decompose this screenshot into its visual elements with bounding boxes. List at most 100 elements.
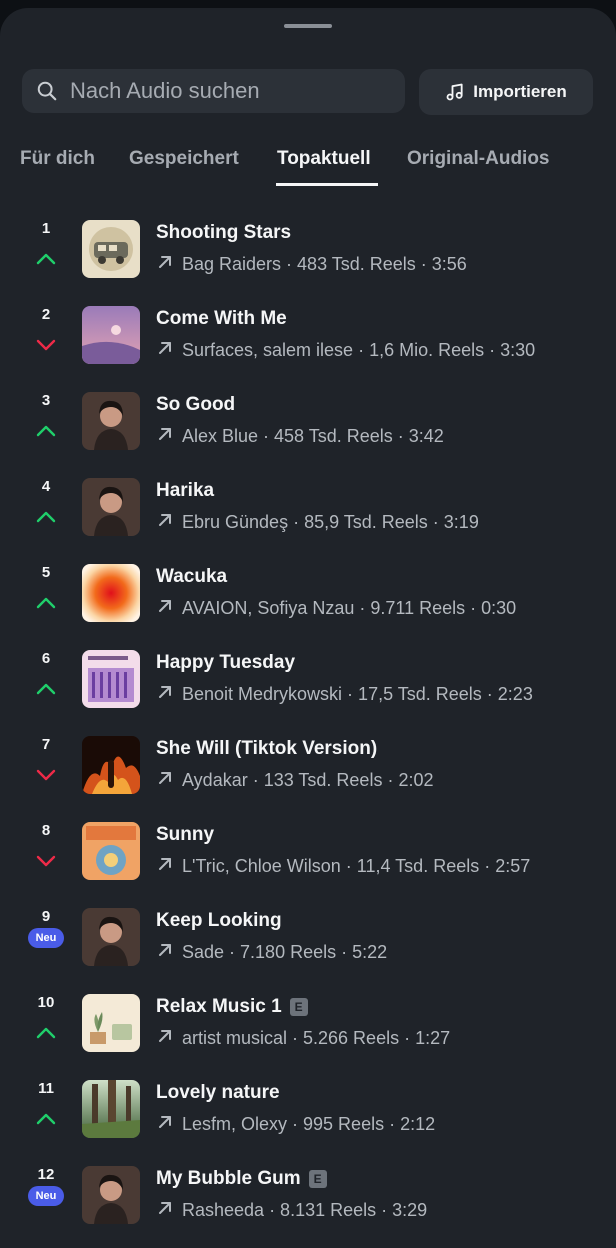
- track-meta-wrap: Benoit Medrykowski · 17,5 Tsd. Reels · 2…: [156, 683, 533, 706]
- track-meta: Lesfm, Olexy · 995 Reels · 2:12: [182, 1114, 436, 1134]
- track-meta: Ebru Gündeş · 85,9 Tsd. Reels · 3:19: [182, 512, 479, 532]
- fire-cover: [82, 736, 140, 794]
- track-title-wrap: So Good: [156, 394, 235, 416]
- relax-vibes-cover: [82, 994, 140, 1052]
- trend-down-icon: [36, 768, 56, 786]
- trend-up-icon: [36, 424, 56, 442]
- arrow-up-right-icon: [156, 941, 182, 964]
- arrow-up-right-icon: [156, 597, 182, 620]
- track-title: So Good: [156, 394, 236, 415]
- track-row[interactable]: 2 Come With Me Surfaces, salem ilese · 1,6…: [0, 292, 616, 378]
- track-meta: Sade · 7.180 Reels · 5:22: [182, 942, 388, 962]
- arrow-up-right-icon: [156, 1199, 182, 1222]
- music-note-icon: [446, 83, 463, 101]
- track-row[interactable]: 11 Lovely nature Lesfm, Olexy · 995 Reels …: [0, 1066, 616, 1152]
- track-meta-wrap: Ebru Gündeş · 85,9 Tsd. Reels · 3:19: [156, 511, 479, 534]
- portrait-cover: [82, 1166, 140, 1224]
- track-title-wrap: Lovely nature: [156, 1082, 280, 1104]
- track-meta: Benoit Medrykowski · 17,5 Tsd. Reels · 2…: [182, 684, 533, 704]
- audio-picker-sheet: Importieren Für dich Gespeichert Topaktu…: [0, 8, 616, 1248]
- import-button-label: Importieren: [473, 82, 567, 101]
- track-meta: Rasheeda · 8.131 Reels · 3:29: [182, 1200, 428, 1220]
- arrow-up-right-icon: [156, 511, 182, 534]
- tab-original-audios[interactable]: Original-Audios: [407, 148, 550, 170]
- search-icon: [37, 81, 57, 101]
- track-rank: 1: [41, 220, 51, 237]
- track-meta: AVAION, Sofiya Nzau · 9.711 Reels · 0:30: [182, 598, 517, 618]
- portrait-cover: [82, 478, 140, 536]
- arrow-up-right-icon: [156, 253, 182, 276]
- search-bar[interactable]: [22, 69, 405, 113]
- drag-handle[interactable]: [284, 24, 332, 28]
- track-title: Wacuka: [156, 566, 228, 587]
- explicit-badge: E: [289, 998, 308, 1016]
- track-row[interactable]: 10 Relax Music 1 Eartist musical · 5.266 R…: [0, 980, 616, 1066]
- track-title-wrap: Keep Looking: [156, 910, 282, 932]
- new-badge: Neu: [28, 928, 64, 948]
- track-row[interactable]: 6 Happy Tuesday Benoit Medrykowski · 17,5 …: [0, 636, 616, 722]
- track-meta-wrap: Lesfm, Olexy · 995 Reels · 2:12: [156, 1113, 435, 1136]
- track-title: Keep Looking: [156, 910, 282, 931]
- track-rank: 3: [41, 392, 51, 409]
- track-title: Happy Tuesday: [156, 652, 296, 673]
- track-row[interactable]: 5 Wacuka AVAION, Sofiya Nzau · 9.711 Reels…: [0, 550, 616, 636]
- track-title: She Will (Tiktok Version): [156, 738, 378, 759]
- arrow-up-right-icon: [156, 1027, 182, 1050]
- track-row[interactable]: 1 Shooting Stars Bag Raiders · 483 Tsd. Re…: [0, 206, 616, 292]
- orange-glow-cover: [82, 564, 140, 622]
- track-title: Harika: [156, 480, 215, 501]
- trend-up-icon: [36, 1026, 56, 1044]
- purple-sunset-cover: [82, 306, 140, 364]
- track-title-wrap: Relax Music 1 E: [156, 996, 308, 1018]
- import-button[interactable]: Importieren: [419, 69, 593, 115]
- portrait-cover: [82, 392, 140, 450]
- track-title: My Bubble Gum: [156, 1168, 301, 1189]
- tab-gespeichert[interactable]: Gespeichert: [129, 148, 239, 170]
- track-title: Shooting Stars: [156, 222, 292, 243]
- track-meta-wrap: Alex Blue · 458 Tsd. Reels · 3:42: [156, 425, 444, 448]
- track-row[interactable]: 7 She Will (Tiktok Version) Aydakar · 133 …: [0, 722, 616, 808]
- track-title: Lovely nature: [156, 1082, 280, 1103]
- track-title: Relax Music 1: [156, 996, 282, 1017]
- tab-fuer-dich[interactable]: Für dich: [20, 148, 95, 170]
- track-meta-wrap: AVAION, Sofiya Nzau · 9.711 Reels · 0:30: [156, 597, 516, 620]
- trend-down-icon: [36, 338, 56, 356]
- track-title-wrap: Sunny: [156, 824, 214, 846]
- track-meta-wrap: Surfaces, salem ilese · 1,6 Mio. Reels ·…: [156, 339, 535, 362]
- sunny-cover: [82, 822, 140, 880]
- track-title: Come With Me: [156, 308, 287, 329]
- track-row[interactable]: 4 Harika Ebru Gündeş · 85,9 Tsd. Reels · 3…: [0, 464, 616, 550]
- tab-topaktuell[interactable]: Topaktuell: [277, 148, 371, 170]
- arrow-up-right-icon: [156, 769, 182, 792]
- trend-down-icon: [36, 854, 56, 872]
- track-title: Sunny: [156, 824, 215, 845]
- arrow-up-right-icon: [156, 425, 182, 448]
- track-row[interactable]: 9 Neu Keep Looking Sade · 7.180 Reels · 5:2…: [0, 894, 616, 980]
- explicit-badge: E: [308, 1170, 327, 1188]
- forest-cover: [82, 1080, 140, 1138]
- tab-bar: Für dich Gespeichert Topaktuell Original…: [0, 140, 616, 194]
- track-row[interactable]: 3 So Good Alex Blue · 458 Tsd. Reels · 3:4…: [0, 378, 616, 464]
- track-meta: artist musical · 5.266 Reels · 1:27: [182, 1028, 451, 1048]
- track-meta-wrap: Aydakar · 133 Tsd. Reels · 2:02: [156, 769, 433, 792]
- arrow-up-right-icon: [156, 855, 182, 878]
- track-rank: 5: [41, 564, 51, 581]
- track-title-wrap: Come With Me: [156, 308, 287, 330]
- track-row[interactable]: 8 Sunny L'Tric, Chloe Wilson · 11,4 Tsd. R…: [0, 808, 616, 894]
- track-meta-wrap: Bag Raiders · 483 Tsd. Reels · 3:56: [156, 253, 467, 276]
- search-input[interactable]: [68, 77, 372, 105]
- track-meta-wrap: Rasheeda · 8.131 Reels · 3:29: [156, 1199, 427, 1222]
- track-title-wrap: My Bubble Gum E: [156, 1168, 327, 1190]
- track-rank: 11: [38, 1080, 54, 1097]
- track-meta: Surfaces, salem ilese · 1,6 Mio. Reels ·…: [182, 340, 536, 360]
- track-row[interactable]: 12 Neu My Bubble Gum E Rasheeda · 8.131 Reel…: [0, 1152, 616, 1238]
- active-tab-indicator: [276, 183, 378, 186]
- track-rank: 6: [41, 650, 51, 667]
- arrow-up-right-icon: [156, 683, 182, 706]
- track-rank: 4: [41, 478, 51, 495]
- trend-up-icon: [36, 1112, 56, 1130]
- track-title-wrap: Shooting Stars: [156, 222, 291, 244]
- track-rank: 12: [37, 1166, 55, 1183]
- track-meta: L'Tric, Chloe Wilson · 11,4 Tsd. Reels ·…: [182, 856, 531, 876]
- track-title-wrap: Harika: [156, 480, 214, 502]
